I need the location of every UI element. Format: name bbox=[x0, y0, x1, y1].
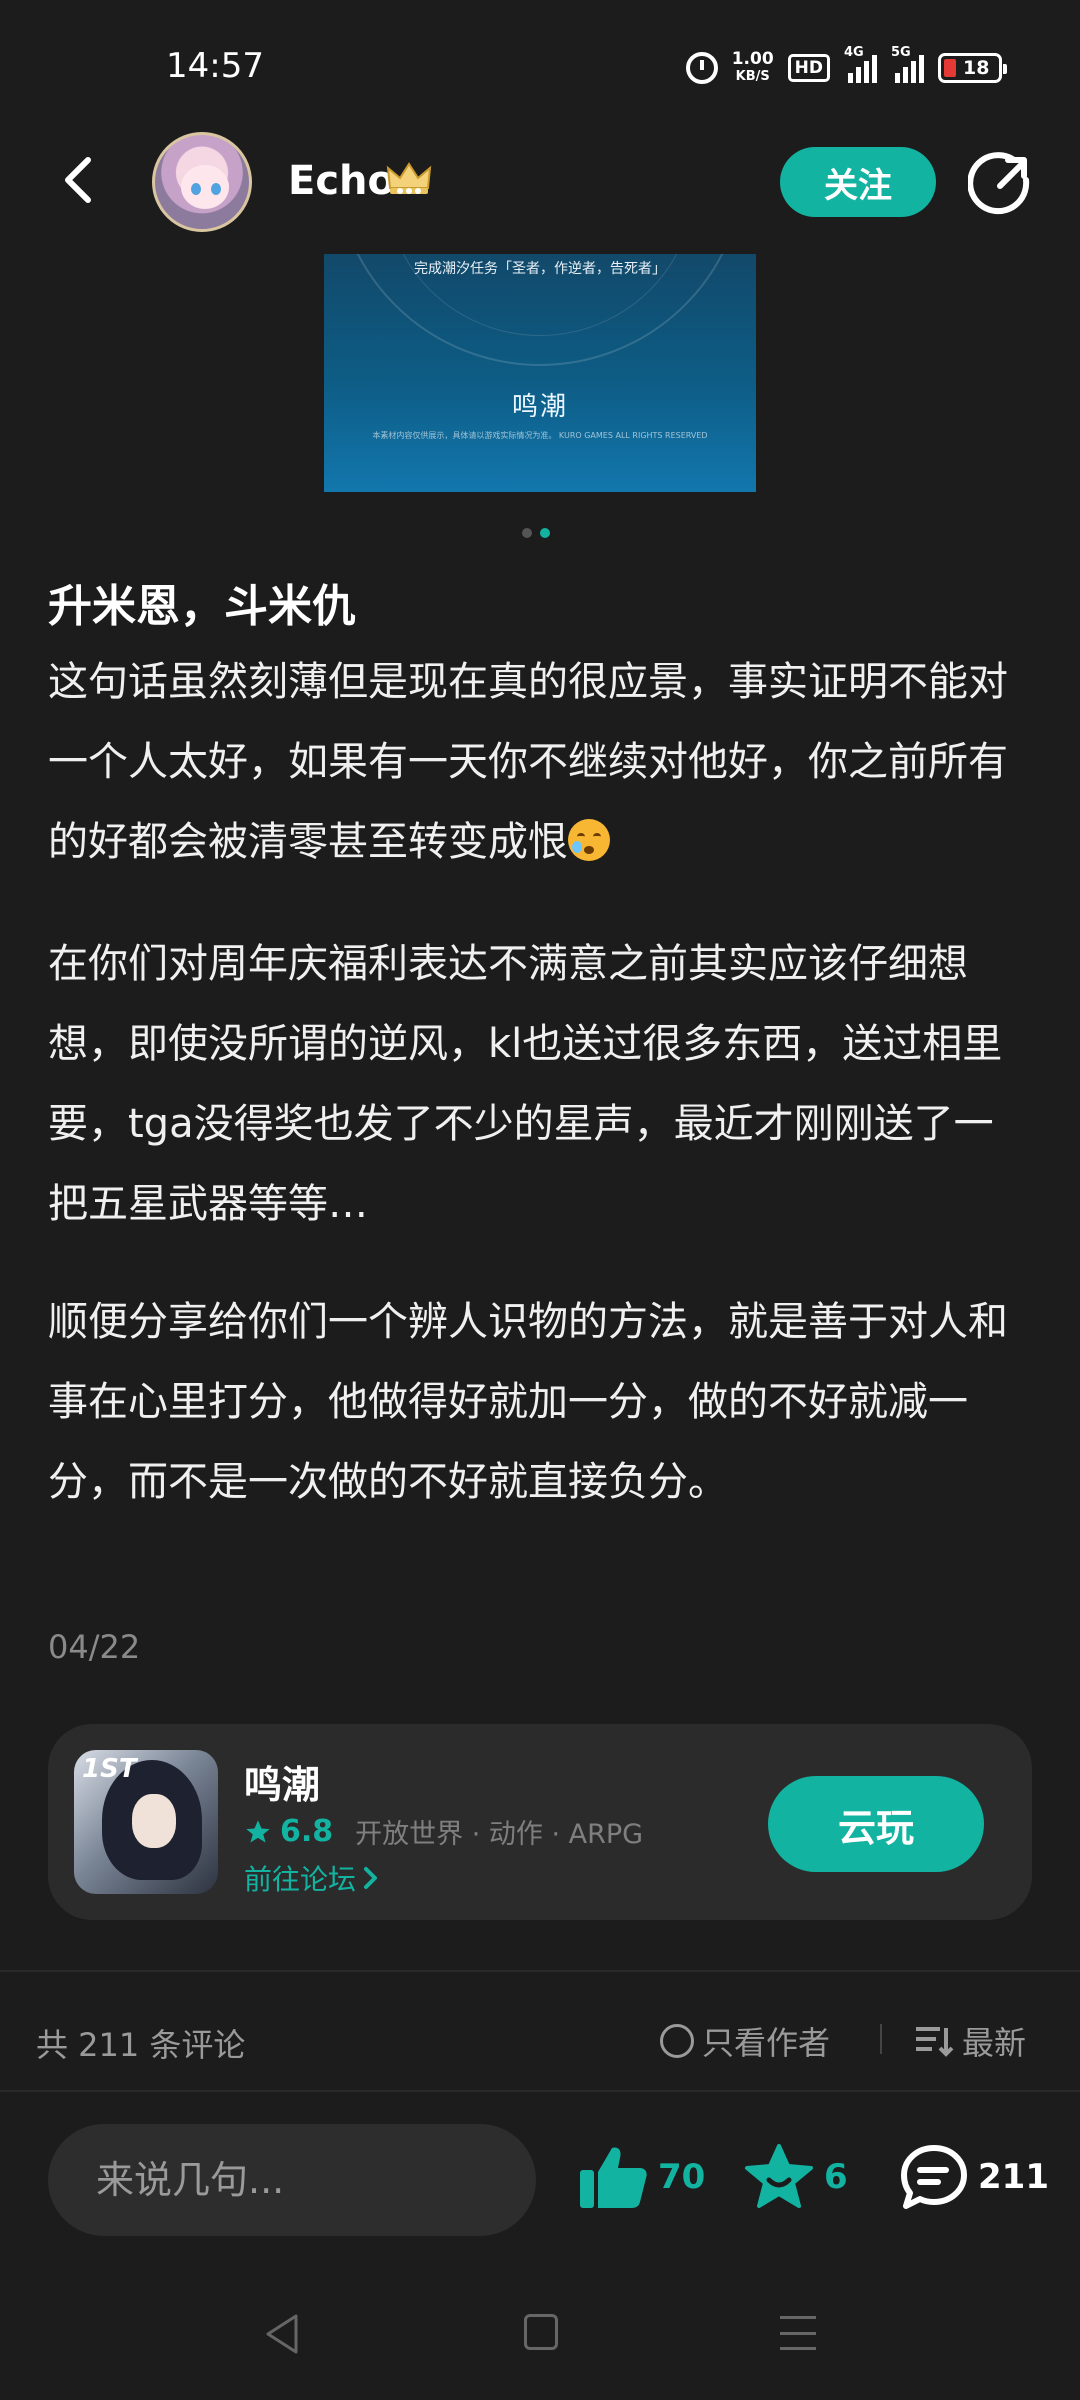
net-speed-value: 1.00 bbox=[731, 49, 774, 69]
separator bbox=[880, 2024, 882, 2054]
share-icon[interactable] bbox=[968, 150, 1034, 216]
follow-button[interactable]: 关注 bbox=[780, 147, 936, 217]
battery-level: 18 bbox=[963, 57, 990, 79]
signal-4g-icon: 4G bbox=[844, 45, 877, 83]
image-caption: 完成潮汐任务「圣者，作逆者，告死者」 bbox=[414, 261, 666, 277]
post-paragraph: 这句话虽然刻薄但是现在真的很应景，事实证明不能对一个人太好，如果有一天你不继续对… bbox=[48, 642, 1028, 882]
game-icon-badge: 1ST bbox=[82, 1754, 137, 1784]
avatar[interactable] bbox=[152, 132, 252, 232]
forum-link[interactable]: 前往论坛 bbox=[244, 1858, 380, 1898]
favorite-button[interactable]: 6 bbox=[744, 2144, 848, 2210]
net-speed-unit: KB/S bbox=[735, 69, 770, 84]
game-icon[interactable]: 1ST bbox=[74, 1750, 218, 1894]
sort-label: 最新 bbox=[962, 2024, 1027, 2062]
star-favorite-icon bbox=[745, 2144, 813, 2208]
star-icon bbox=[246, 1819, 270, 1842]
divider bbox=[0, 1970, 1080, 1972]
comment-button[interactable]: 211 bbox=[900, 2144, 1049, 2210]
author-only-label: 只看作者 bbox=[702, 2024, 831, 2062]
sort-icon bbox=[916, 2027, 954, 2057]
post-date: 04/22 bbox=[48, 1628, 141, 1666]
crying-emoji-icon bbox=[568, 819, 610, 861]
like-button[interactable]: 70 bbox=[578, 2144, 705, 2210]
game-card[interactable]: 1ST 鸣潮 6.8 开放世界 · 动作 · ARPG 前往论坛 云玩 bbox=[48, 1724, 1032, 1920]
signal-5g-icon: 5G bbox=[891, 45, 924, 83]
favorite-count: 6 bbox=[824, 2157, 848, 2197]
post-title: 升米恩，斗米仇 bbox=[48, 581, 356, 632]
battery-level-fill bbox=[944, 59, 956, 77]
sort-toggle[interactable]: 最新 bbox=[914, 2018, 1026, 2064]
comment-total: 211 bbox=[978, 2157, 1049, 2197]
username[interactable]: Echo bbox=[288, 158, 395, 204]
post-image[interactable]: 完成潮汐任务「圣者，作逆者，告死者」 鸣潮 本素材内容仅供展示，具体请以游戏实际… bbox=[324, 254, 756, 492]
game-name[interactable]: 鸣潮 bbox=[244, 1754, 320, 1809]
carousel-dots bbox=[522, 528, 550, 538]
net-speed: 1.00 KB/S bbox=[732, 51, 774, 85]
post-paragraph: 顺便分享给你们一个辨人识物的方法，就是善于对人和事在心里打分，他做得好就加一分，… bbox=[48, 1299, 1008, 1505]
carousel-dot-active[interactable] bbox=[540, 528, 550, 538]
hd-icon: HD bbox=[787, 54, 830, 82]
game-rating: 6.8 bbox=[280, 1814, 334, 1849]
battery-icon: 18 bbox=[938, 53, 1007, 83]
signal-5g-label: 5G bbox=[891, 45, 911, 60]
signal-4g-label: 4G bbox=[844, 45, 864, 60]
like-count: 70 bbox=[658, 2157, 706, 2197]
chevron-left-icon[interactable] bbox=[50, 150, 110, 210]
author-only-toggle[interactable]: 只看作者 bbox=[660, 2018, 830, 2064]
system-nav-bar bbox=[0, 2272, 1080, 2400]
game-tags: 开放世界 · 动作 · ARPG bbox=[355, 1819, 644, 1850]
forum-link-label: 前往论坛 bbox=[244, 1863, 357, 1896]
nav-back-icon[interactable] bbox=[262, 2312, 302, 2356]
status-bar: 14:57 1.00 KB/S HD 4G 5G 18 bbox=[0, 0, 1080, 130]
status-time: 14:57 bbox=[166, 46, 264, 86]
crown-icon bbox=[386, 162, 432, 194]
chevron-right-icon bbox=[364, 1867, 378, 1889]
comment-bubble-icon bbox=[901, 2145, 967, 2209]
bottom-action-bar: 70 6 211 bbox=[0, 2092, 1080, 2272]
cloud-play-button[interactable]: 云玩 bbox=[768, 1776, 984, 1872]
post-header: Echo 关注 bbox=[0, 130, 1080, 240]
thumbs-up-icon bbox=[580, 2147, 647, 2208]
game-meta: 6.8 开放世界 · 动作 · ARPG bbox=[244, 1812, 643, 1851]
nav-menu-icon[interactable] bbox=[780, 2316, 816, 2350]
image-logo: 鸣潮 bbox=[511, 392, 568, 422]
radio-icon[interactable] bbox=[660, 2024, 694, 2058]
nav-home-icon[interactable] bbox=[524, 2314, 558, 2350]
status-icons: 1.00 KB/S HD 4G 5G 18 bbox=[685, 45, 1007, 88]
post-paragraph-text: 这句话虽然刻薄但是现在真的很应景，事实证明不能对一个人太好，如果有一天你不继续对… bbox=[48, 659, 1008, 865]
carousel-dot[interactable] bbox=[522, 528, 532, 538]
comment-input[interactable] bbox=[48, 2124, 536, 2236]
image-fine-print: 本素材内容仅供展示，具体请以游戏实际情况为准。 KURO GAMES ALL R… bbox=[372, 431, 708, 440]
alarm-icon bbox=[685, 52, 718, 84]
comment-count: 共 211 条评论 bbox=[36, 2026, 246, 2064]
comments-header: 共 211 条评论 只看作者 最新 bbox=[0, 1980, 1080, 2090]
post-paragraph: 在你们对周年庆福利表达不满意之前其实应该仔细想想，即使没所谓的逆风，kl也送过很… bbox=[48, 941, 1003, 1227]
